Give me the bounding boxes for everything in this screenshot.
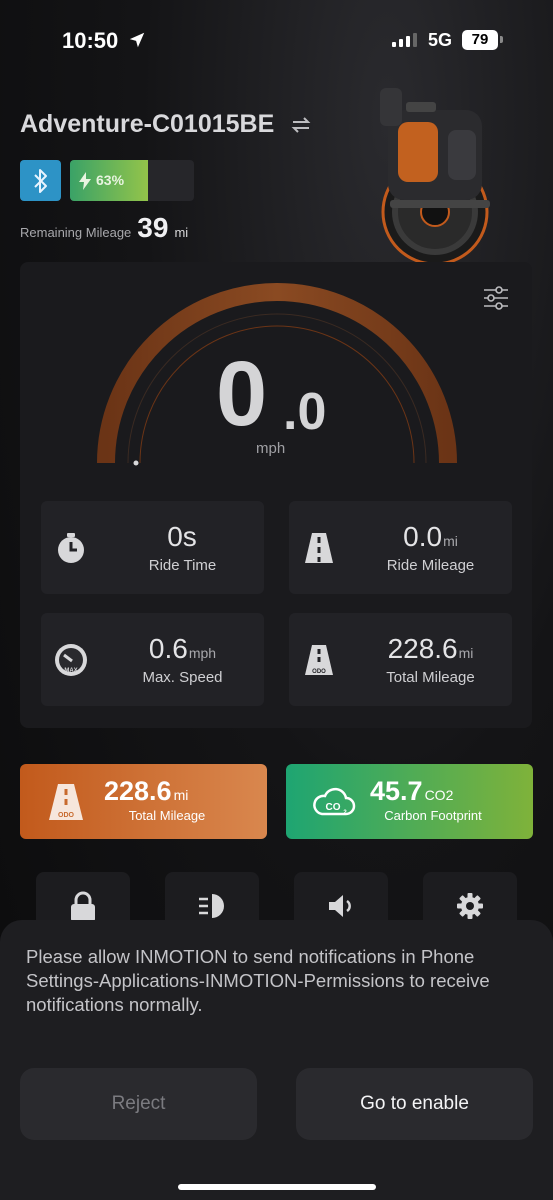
stat-ride-mileage: 0.0mi Ride Mileage [289,501,512,594]
app-screen: 10:50 5G 79 Adventure-C01015BE 63% Remai… [0,0,553,1200]
location-arrow-icon [129,32,145,48]
tile-total-mileage-label: Total Mileage [128,808,206,823]
stat-label: Ride Mileage [386,557,475,574]
unicycle-image [380,88,490,266]
remaining-value: 39 [137,212,169,243]
total-mileage-value: 228.6 [387,633,458,664]
headlight-icon [199,894,224,918]
bluetooth-status[interactable] [20,160,61,201]
reject-button[interactable]: Reject [20,1068,257,1140]
stopwatch-icon [58,533,84,563]
sliders-settings-icon[interactable] [482,285,510,311]
vehicle-battery-bar: 63% [70,160,194,201]
ride-time-value: 0s [167,521,197,552]
svg-text:CO: CO [326,802,341,813]
gear-icon [457,893,483,919]
max-speed-unit: mph [188,645,217,661]
notification-permission-sheet: Please allow INMOTION to send notificati… [0,920,553,1200]
speed-unit: mph [256,440,286,457]
tile-value: 45.7 CO2 [370,778,453,805]
stat-value: 0s [101,521,264,553]
ride-mileage-value: 0.0 [403,521,443,552]
stat-label: Total Mileage [386,669,475,686]
total-mileage-tile[interactable]: ODO 228.6 mi Total Mileage [20,764,267,839]
bluetooth-icon [33,168,47,193]
tile-carbon-label: Carbon Footprint [384,808,482,823]
lock-icon [71,891,95,922]
total-mileage-unit: mi [458,645,474,661]
speed-decimal: .0 [283,383,327,441]
speed-integer: 0 [216,343,268,445]
tile-total-mileage-unit: mi [173,787,189,803]
network-type: 5G [428,30,453,50]
speedometer-max-icon: MAX [55,644,87,676]
status-battery: 79 [462,30,498,50]
tile-total-mileage-value: 228.6 [104,776,172,806]
home-indicator[interactable] [178,1184,376,1190]
remaining-label: Remaining Mileage [20,225,132,240]
vehicle-battery-percent: 63% [96,172,125,188]
stat-ride-time: 0s Ride Time [41,501,264,594]
go-to-enable-button[interactable]: Go to enable [296,1068,533,1140]
battery-cap [500,36,503,43]
stat-label: Ride Time [148,557,217,574]
svg-text:ODO: ODO [312,669,326,675]
sheet-message: Please allow INMOTION to send notificati… [26,946,490,1015]
stat-value: 228.6mi [349,633,512,665]
odometer-road-icon: ODO [305,645,333,675]
stat-label: Max. Speed [142,669,223,686]
device-name[interactable]: Adventure-C01015BE [20,110,274,139]
stat-value: 0.0mi [349,521,512,553]
speaker-icon [329,895,351,917]
status-bar: 10:50 5G 79 [0,28,553,56]
stat-max-speed: MAX 0.6mph Max. Speed [41,613,264,706]
carbon-footprint-tile[interactable]: CO 2 45.7 CO2 Carbon Footprint [286,764,533,839]
ride-mileage-unit: mi [443,533,458,549]
stat-total-mileage: ODO 228.6mi Total Mileage [289,613,512,706]
tile-carbon-unit: CO2 [424,787,454,803]
vehicle-battery-label-wrap: 63% [78,160,124,201]
max-speed-value: 0.6 [148,633,188,664]
swap-device-icon[interactable] [290,114,312,136]
signal-icon [392,33,417,47]
status-time: 10:50 [62,28,119,53]
co2-cloud-icon: CO 2 [313,787,356,816]
svg-text:MAX: MAX [64,668,77,674]
svg-text:ODO: ODO [58,812,75,819]
tile-carbon-value: 45.7 [370,776,423,806]
tile-value: 228.6 mi [104,778,188,805]
remaining-unit: mi [174,225,189,240]
stat-value: 0.6mph [101,633,264,665]
remaining-mileage: Remaining Mileage 39 mi [20,212,188,244]
lightning-icon [79,171,91,190]
road-icon [305,533,333,563]
odometer-road-icon: ODO [49,784,83,820]
